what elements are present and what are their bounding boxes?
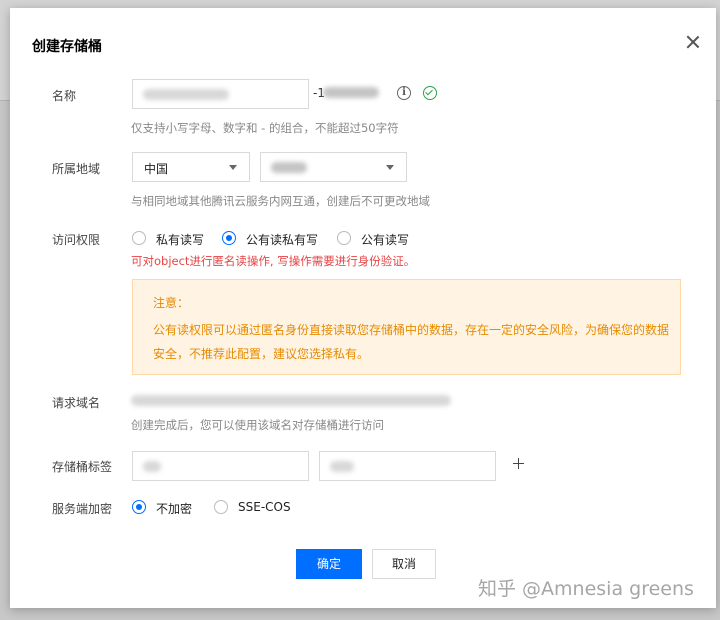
radio-public-read-private-write[interactable]	[222, 231, 236, 245]
cancel-button[interactable]: 取消	[372, 549, 436, 579]
domain-hint: 创建完成后，您可以使用该域名对存储桶进行访问	[131, 418, 384, 432]
dialog-title: 创建存储桶	[32, 39, 102, 55]
tag-key-input[interactable]	[132, 451, 309, 481]
bucket-name-input[interactable]	[132, 79, 309, 109]
add-tag-icon[interactable]	[513, 458, 524, 469]
radio-no-encryption[interactable]	[132, 500, 146, 514]
region-label: 所属地域	[52, 162, 101, 176]
redacted-name	[143, 89, 229, 100]
radio-private-rw[interactable]	[132, 231, 146, 245]
close-icon[interactable]	[684, 33, 702, 51]
radio-public-read-private-write-label[interactable]: 公有读私有写	[246, 231, 318, 248]
redacted-app-id	[323, 87, 379, 98]
redacted-domain	[131, 395, 451, 406]
access-label: 访问权限	[52, 233, 101, 247]
region-country-select[interactable]: 中国	[132, 152, 250, 182]
access-warning: 可对object进行匿名读操作, 写操作需要进行身份验证。	[131, 254, 416, 268]
chevron-down-icon	[229, 165, 237, 170]
redacted-tag-value	[330, 461, 354, 472]
security-notice: 注意： 公有读权限可以通过匿名身份直接读取您存储桶中的数据，存在一定的安全风险，…	[132, 279, 681, 375]
radio-private-rw-label[interactable]: 私有读写	[156, 231, 204, 248]
radio-sse-cos-label[interactable]: SSE-COS	[238, 500, 291, 514]
chevron-down-icon	[386, 165, 394, 170]
notice-title: 注意：	[153, 296, 190, 310]
radio-sse-cos[interactable]	[214, 500, 228, 514]
tag-value-input[interactable]	[319, 451, 496, 481]
region-hint: 与相同地域其他腾讯云服务内网互通，创建后不可更改地域	[131, 194, 430, 208]
radio-no-encryption-label[interactable]: 不加密	[156, 500, 192, 517]
tag-label: 存储桶标签	[52, 460, 113, 474]
watermark-text: 知乎 @Amnesia greens	[478, 578, 694, 600]
info-icon[interactable]: i	[397, 86, 411, 100]
notice-body: 公有读权限可以通过匿名身份直接读取您存储桶中的数据，存在一定的安全风险，为确保您…	[153, 323, 670, 361]
region-country-value: 中国	[144, 162, 169, 176]
check-circle-icon	[423, 86, 437, 100]
name-label: 名称	[52, 89, 77, 103]
redacted-tag-key	[143, 461, 161, 472]
create-bucket-dialog: 创建存储桶 名称 -1 i 仅支持小写字母、数字和 - 的组合，不能超过50字符…	[10, 8, 716, 608]
name-hint: 仅支持小写字母、数字和 - 的组合，不能超过50字符	[131, 121, 399, 135]
redacted-region	[271, 162, 307, 173]
encryption-label: 服务端加密	[52, 502, 113, 516]
radio-public-rw-label[interactable]: 公有读写	[361, 231, 409, 248]
radio-public-rw[interactable]	[337, 231, 351, 245]
region-city-select[interactable]	[260, 152, 407, 182]
confirm-button[interactable]: 确定	[296, 549, 362, 579]
domain-label: 请求域名	[52, 396, 101, 410]
